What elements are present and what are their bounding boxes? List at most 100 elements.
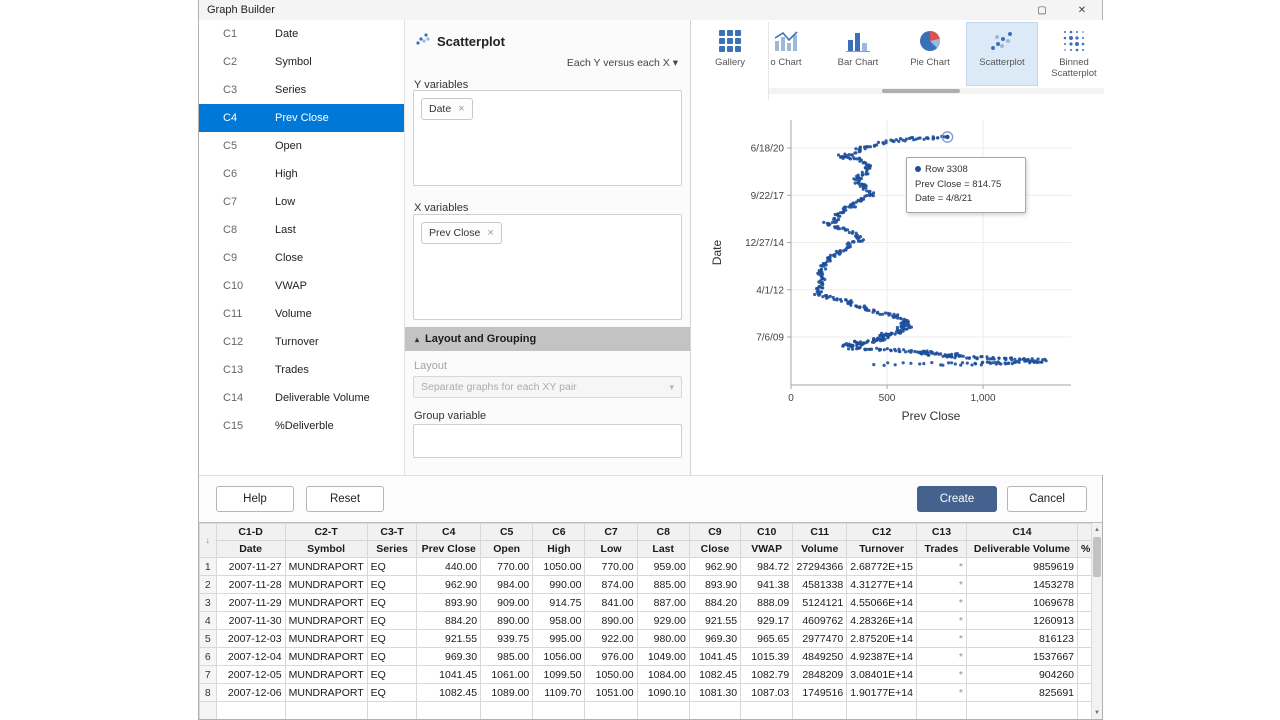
layout-grouping-section-header[interactable]: ▴ Layout and Grouping — [405, 327, 690, 351]
column-list-item-c6[interactable]: C6High — [199, 160, 404, 188]
column-list-item-c13[interactable]: C13Trades — [199, 356, 404, 384]
cell[interactable]: 885.00 — [637, 576, 689, 594]
cell[interactable]: 888.09 — [741, 594, 793, 612]
cell[interactable]: 1099.50 — [533, 666, 585, 684]
cell[interactable]: EQ — [367, 684, 417, 702]
cell[interactable]: MUNDRAPORT — [285, 684, 367, 702]
cell[interactable]: 904260 — [966, 666, 1077, 684]
cell[interactable]: 4849250 — [793, 648, 847, 666]
cell[interactable]: 893.90 — [417, 594, 481, 612]
cell[interactable]: 1051.00 — [585, 684, 637, 702]
cell[interactable]: 27294366 — [793, 558, 847, 576]
column-designation-header[interactable]: C6 — [533, 524, 585, 541]
cell[interactable] — [689, 702, 740, 720]
cell[interactable]: 1260913 — [966, 612, 1077, 630]
cell[interactable]: * — [916, 648, 966, 666]
restore-button[interactable]: ▢ — [1022, 0, 1062, 20]
column-name-header[interactable]: Series — [367, 541, 417, 558]
cell[interactable]: 2007-11-30 — [216, 612, 285, 630]
gallery-item-combo[interactable]: o Chart — [769, 22, 822, 86]
cell[interactable]: 984.72 — [741, 558, 793, 576]
cell[interactable]: 1050.00 — [533, 558, 585, 576]
cell[interactable]: 929.00 — [637, 612, 689, 630]
column-designation-header[interactable]: C8 — [637, 524, 689, 541]
column-list-item-c10[interactable]: C10VWAP — [199, 272, 404, 300]
cell[interactable] — [916, 702, 966, 720]
row-number[interactable]: 8 — [200, 684, 217, 702]
cell[interactable]: * — [916, 612, 966, 630]
column-name-header[interactable]: Low — [585, 541, 637, 558]
cell[interactable]: 1749516 — [793, 684, 847, 702]
close-button[interactable]: ✕ — [1062, 0, 1102, 20]
cell[interactable]: 922.00 — [585, 630, 637, 648]
cell[interactable]: 2007-12-06 — [216, 684, 285, 702]
cell[interactable]: * — [916, 666, 966, 684]
cell[interactable] — [585, 702, 637, 720]
column-designation-header[interactable]: C11 — [793, 524, 847, 541]
toolbar-horizontal-scrollbar[interactable] — [769, 88, 1104, 94]
cell[interactable]: * — [916, 558, 966, 576]
cell[interactable]: 1061.00 — [481, 666, 533, 684]
cell[interactable]: 2977470 — [793, 630, 847, 648]
column-name-header[interactable]: Deliverable Volume — [966, 541, 1077, 558]
cell[interactable]: 4609762 — [793, 612, 847, 630]
cell[interactable] — [966, 702, 1077, 720]
layout-select[interactable]: Separate graphs for each XY pair ▾ — [413, 376, 682, 398]
cell[interactable] — [367, 702, 417, 720]
gallery-item-pie[interactable]: Pie Chart — [894, 22, 966, 86]
scatterplot-preview[interactable]: 6/18/209/22/1712/27/144/1/127/6/0905001,… — [691, 95, 1104, 470]
cell[interactable]: EQ — [367, 594, 417, 612]
column-name-header[interactable]: Close — [689, 541, 740, 558]
gallery-item-gallery[interactable]: Gallery — [701, 22, 759, 86]
cell[interactable]: * — [916, 630, 966, 648]
cell[interactable]: 874.00 — [585, 576, 637, 594]
cell[interactable]: 929.17 — [741, 612, 793, 630]
cell[interactable]: 5124121 — [793, 594, 847, 612]
row-number[interactable]: 1 — [200, 558, 217, 576]
cell[interactable]: 440.00 — [417, 558, 481, 576]
column-list-item-c7[interactable]: C7Low — [199, 188, 404, 216]
cancel-button[interactable]: Cancel — [1007, 486, 1087, 512]
column-designation-header[interactable]: C4 — [417, 524, 481, 541]
cell[interactable]: 980.00 — [637, 630, 689, 648]
column-name-header[interactable]: Prev Close — [417, 541, 481, 558]
scroll-up-icon[interactable]: ▲ — [1092, 523, 1102, 536]
cell[interactable] — [847, 702, 917, 720]
cell[interactable]: 884.20 — [417, 612, 481, 630]
cell[interactable]: 2007-12-05 — [216, 666, 285, 684]
x-variable-chip[interactable]: Prev Close× — [421, 222, 502, 244]
column-designation-header[interactable]: C7 — [585, 524, 637, 541]
cell[interactable]: 969.30 — [689, 630, 740, 648]
title-bar[interactable]: Graph Builder ▢ ✕ — [199, 0, 1102, 21]
column-list-item-c4[interactable]: C4Prev Close — [199, 104, 404, 132]
column-name-header[interactable]: Trades — [916, 541, 966, 558]
cell[interactable]: 990.00 — [533, 576, 585, 594]
cell[interactable]: 887.00 — [637, 594, 689, 612]
cell[interactable]: 4581338 — [793, 576, 847, 594]
row-number[interactable]: 5 — [200, 630, 217, 648]
cell[interactable]: 890.00 — [585, 612, 637, 630]
cell[interactable]: MUNDRAPORT — [285, 666, 367, 684]
column-designation-header[interactable]: C12 — [847, 524, 917, 541]
cell[interactable]: 1109.70 — [533, 684, 585, 702]
cell[interactable]: 921.55 — [689, 612, 740, 630]
column-designation-header[interactable]: C14 — [966, 524, 1077, 541]
cell[interactable]: 2848209 — [793, 666, 847, 684]
cell[interactable]: MUNDRAPORT — [285, 558, 367, 576]
cell[interactable]: 984.00 — [481, 576, 533, 594]
scroll-down-icon[interactable]: ▼ — [1092, 706, 1102, 719]
cell[interactable] — [417, 702, 481, 720]
cell[interactable]: 1082.45 — [417, 684, 481, 702]
cell[interactable]: 4.55066E+14 — [847, 594, 917, 612]
cell[interactable]: 921.55 — [417, 630, 481, 648]
help-button[interactable]: Help — [216, 486, 294, 512]
row-number[interactable]: 3 — [200, 594, 217, 612]
cell[interactable]: EQ — [367, 666, 417, 684]
column-list-item-c5[interactable]: C5Open — [199, 132, 404, 160]
cell[interactable]: 3.08401E+14 — [847, 666, 917, 684]
cell[interactable]: 914.75 — [533, 594, 585, 612]
column-designation-header[interactable]: C10 — [741, 524, 793, 541]
column-name-header[interactable]: Last — [637, 541, 689, 558]
remove-icon[interactable]: × — [458, 103, 464, 115]
column-designation-header[interactable]: C3-T — [367, 524, 417, 541]
